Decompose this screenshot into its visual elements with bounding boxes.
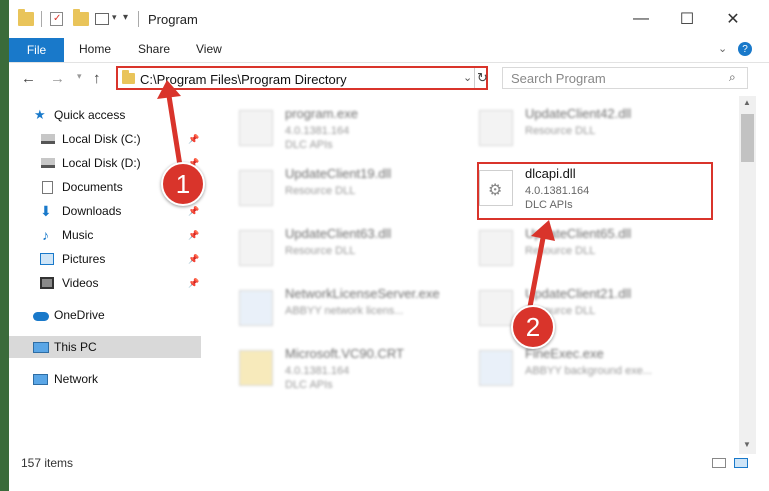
arrow-2-head <box>531 220 555 241</box>
step-2-badge: 2 <box>511 305 555 349</box>
arrow-2 <box>526 235 546 315</box>
status-bar: 157 items <box>9 450 769 474</box>
arrow-1-head <box>157 80 181 99</box>
annotation-arrows <box>157 80 555 315</box>
step-1-badge: 1 <box>161 162 205 206</box>
tiles-view-icon[interactable] <box>734 458 748 468</box>
explorer-window: ✓ ▾ ▾ Program — ☐ ✕ File Home Share View… <box>9 0 769 491</box>
item-count: 157 items <box>21 456 74 470</box>
arrow-1 <box>166 93 184 175</box>
scroll-up-icon[interactable]: ▲ <box>743 98 751 107</box>
scroll-down-icon[interactable]: ▼ <box>743 440 751 449</box>
details-view-icon[interactable] <box>712 458 726 468</box>
scrollbar[interactable]: ▲ ▼ <box>739 96 756 454</box>
scroll-thumb[interactable] <box>741 114 754 162</box>
